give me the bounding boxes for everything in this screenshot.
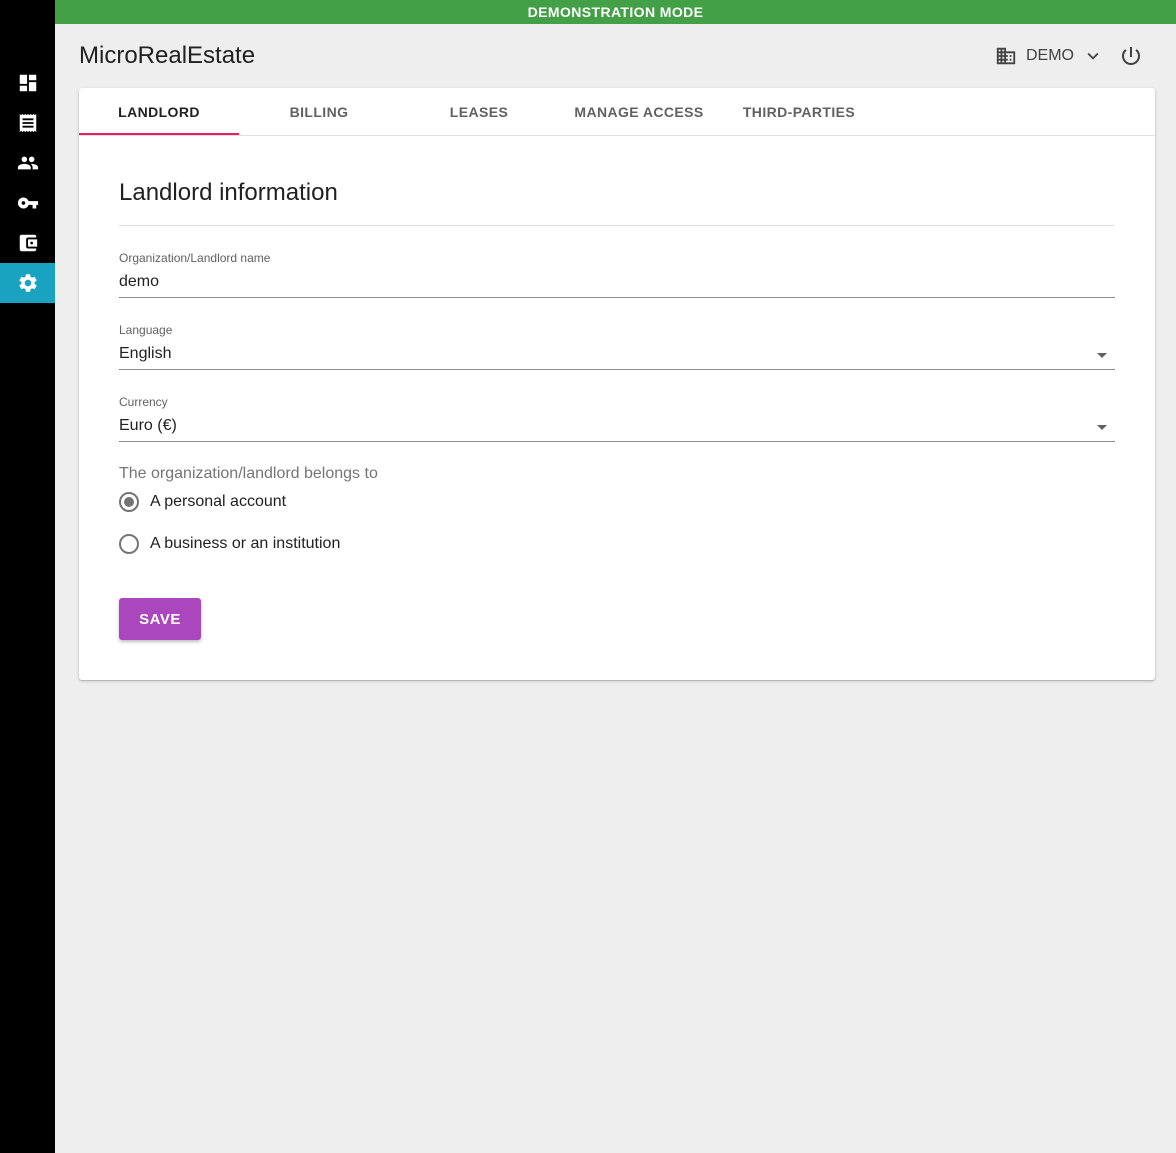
sidebar-item-tenants[interactable]	[0, 143, 55, 183]
currency-label: Currency	[119, 395, 168, 409]
sidebar-item-properties[interactable]	[0, 183, 55, 223]
receipt-icon	[19, 113, 36, 133]
language-select[interactable]: English	[119, 344, 1115, 370]
dashboard-icon	[19, 74, 36, 92]
radio-checked-icon[interactable]	[119, 492, 139, 512]
chevron-down-icon	[1087, 52, 1099, 60]
dropdown-arrow-icon	[1097, 425, 1107, 430]
landlord-name-field: Organization/Landlord name demo	[119, 250, 1115, 298]
active-tab-indicator	[79, 133, 239, 135]
currency-field: Currency Euro (€)	[119, 394, 1115, 442]
settings-card: LANDLORD BILLING LEASES MANAGE ACCESS TH…	[79, 88, 1155, 680]
app-title: MicroRealEstate	[79, 42, 256, 69]
belongs-to-label: The organization/landlord belongs to	[119, 465, 378, 482]
currency-value: Euro (€)	[119, 417, 177, 434]
section-title: Landlord information	[119, 179, 338, 206]
language-label: Language	[119, 323, 173, 337]
landlord-name-input[interactable]: demo	[119, 272, 1115, 298]
tab-manage-access[interactable]: MANAGE ACCESS	[559, 88, 719, 135]
radio-personal-account[interactable]: A personal account	[119, 492, 286, 512]
demo-mode-banner: DEMONSTRATION MODE	[55, 0, 1176, 24]
language-value: English	[119, 345, 172, 362]
gear-icon	[18, 274, 37, 292]
dropdown-arrow-icon	[1097, 353, 1107, 358]
radio-label: A personal account	[150, 493, 287, 510]
tab-third-parties[interactable]: THIRD-PARTIES	[719, 88, 879, 135]
save-button[interactable]: SAVE	[119, 598, 201, 640]
demo-mode-text: DEMONSTRATION MODE	[527, 4, 704, 20]
sidebar-item-accounting[interactable]	[0, 223, 55, 263]
radio-label: A business or an institution	[150, 535, 341, 552]
organization-name: DEMO	[1026, 47, 1074, 64]
people-icon	[17, 156, 38, 170]
power-icon	[1122, 47, 1140, 65]
language-field: Language English	[119, 322, 1115, 370]
key-icon	[17, 197, 38, 209]
settings-tabs: LANDLORD BILLING LEASES MANAGE ACCESS TH…	[79, 88, 1155, 136]
sidebar-item-dashboard[interactable]	[0, 63, 55, 103]
radio-unchecked-icon[interactable]	[119, 534, 139, 554]
sidebar-item-rents[interactable]	[0, 103, 55, 143]
tab-landlord[interactable]: LANDLORD	[79, 88, 239, 135]
currency-select[interactable]: Euro (€)	[119, 416, 1115, 442]
landlord-name-label: Organization/Landlord name	[119, 251, 271, 265]
sidebar	[0, 0, 55, 1153]
tab-billing[interactable]: BILLING	[239, 88, 399, 135]
section-divider	[119, 225, 1115, 226]
radio-business[interactable]: A business or an institution	[119, 534, 340, 554]
organization-switcher[interactable]: DEMO	[995, 42, 1104, 70]
tab-leases[interactable]: LEASES	[399, 88, 559, 135]
building-icon	[996, 47, 1016, 65]
sidebar-item-settings[interactable]	[0, 263, 55, 303]
wallet-icon	[19, 234, 37, 252]
sign-out-button[interactable]	[1118, 43, 1144, 69]
